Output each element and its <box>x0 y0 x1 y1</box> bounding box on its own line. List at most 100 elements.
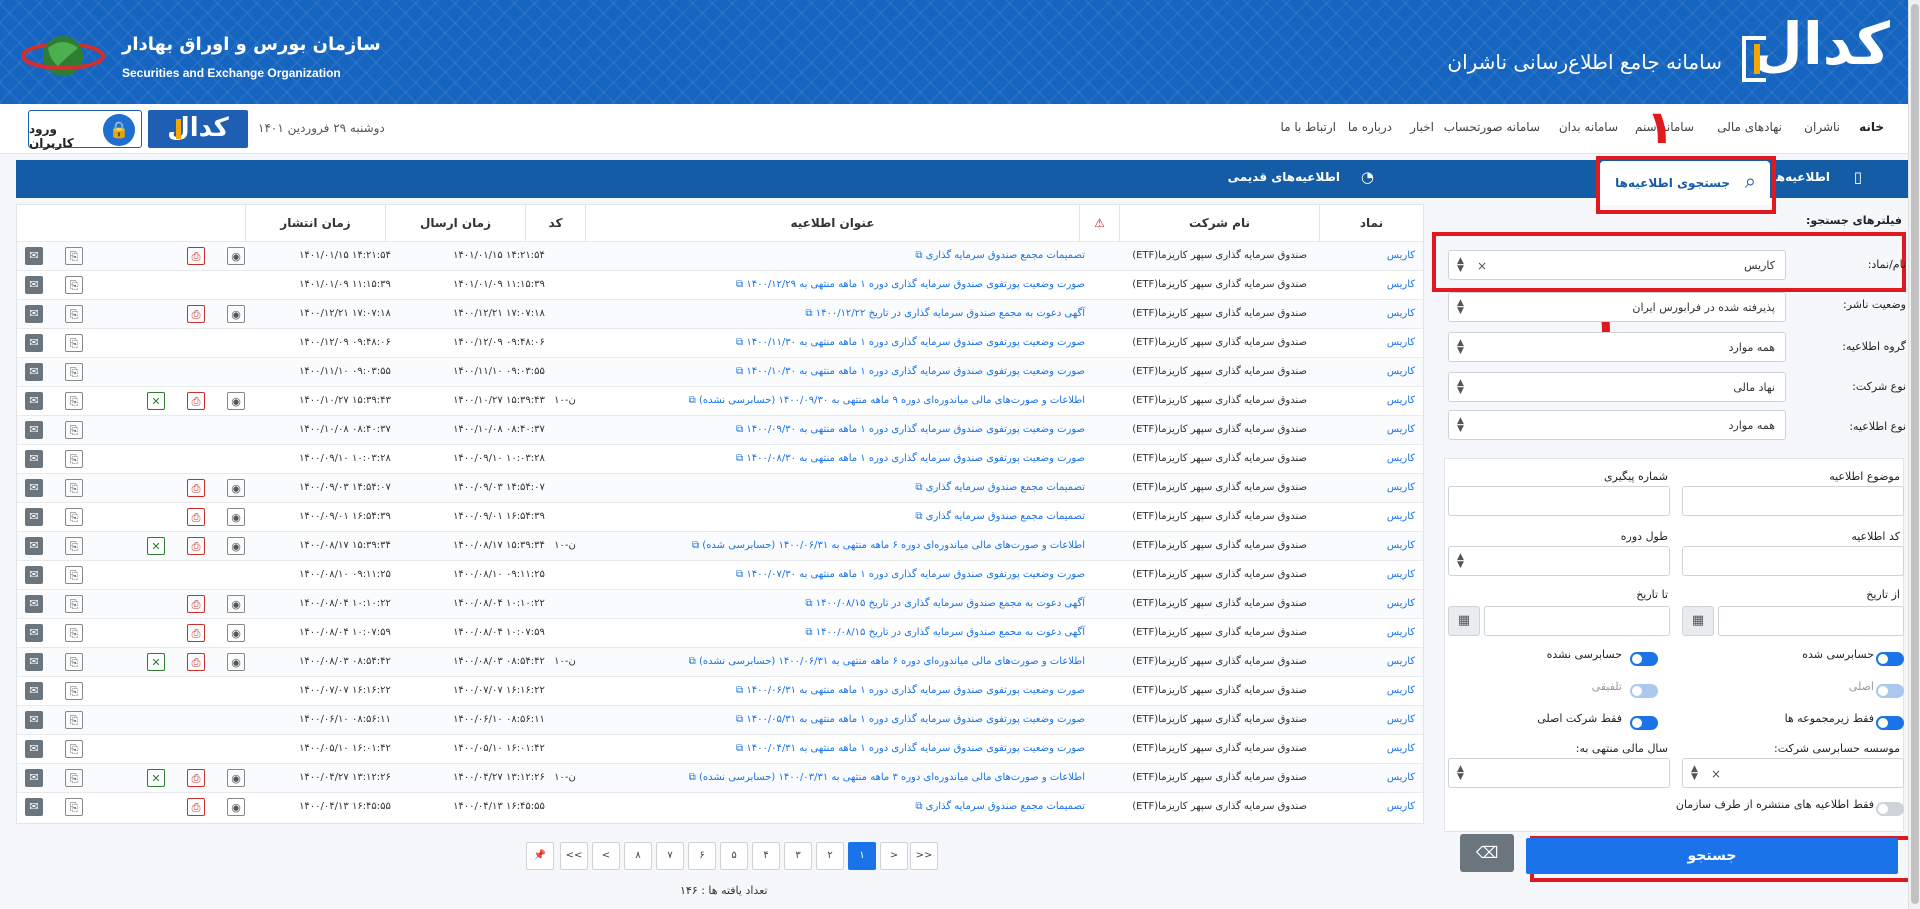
view-icon[interactable]: ◉ <box>227 769 245 787</box>
symbol-cell[interactable]: کاریس <box>1387 279 1415 290</box>
view-icon[interactable]: ◉ <box>227 305 245 323</box>
page-button[interactable]: ۴ <box>752 842 780 870</box>
audit-firm-select[interactable]: × ▲ ▼ <box>1682 758 1904 788</box>
view-icon[interactable]: ◉ <box>227 595 245 613</box>
codal-logo[interactable]: کدال <box>1740 10 1892 88</box>
parent-only-toggle[interactable] <box>1630 716 1658 730</box>
scrollbar[interactable] <box>1908 0 1920 909</box>
tracking-input[interactable] <box>1448 486 1670 516</box>
period-select[interactable]: ▲ ▼ <box>1448 546 1670 576</box>
symbol-cell[interactable]: کاریس <box>1387 453 1415 464</box>
excel-icon[interactable]: ✕ <box>147 392 165 410</box>
page-first-button[interactable]: << <box>560 842 588 870</box>
attachment-icon[interactable]: ⎘ <box>65 305 83 323</box>
symbol-cell[interactable]: کاریس <box>1387 627 1415 638</box>
excel-icon[interactable]: ✕ <box>147 769 165 787</box>
comment-icon[interactable]: ✉ <box>25 421 43 439</box>
attachment-icon[interactable]: ⎘ <box>65 653 83 671</box>
view-icon[interactable]: ◉ <box>227 537 245 555</box>
comment-icon[interactable]: ✉ <box>25 711 43 729</box>
symbol-cell[interactable]: کاریس <box>1387 250 1415 261</box>
pdf-icon[interactable]: ⎙ <box>187 305 205 323</box>
nav-badan[interactable]: سامانه بدان <box>1559 120 1618 134</box>
page-button[interactable]: ۱ <box>848 842 876 870</box>
clear-icon[interactable]: × <box>1711 767 1721 781</box>
comment-icon[interactable]: ✉ <box>25 363 43 381</box>
page-last-button[interactable]: >> <box>910 842 938 870</box>
attachment-icon[interactable]: ⎘ <box>65 479 83 497</box>
symbol-cell[interactable]: کاریس <box>1387 685 1415 696</box>
pdf-icon[interactable]: ⎙ <box>187 479 205 497</box>
fiscal-year-select[interactable]: ▲ ▼ <box>1448 758 1670 788</box>
symbol-cell[interactable]: کاریس <box>1387 366 1415 377</box>
attachment-icon[interactable]: ⎘ <box>65 624 83 642</box>
symbol-cell[interactable]: کاریس <box>1387 598 1415 609</box>
symbol-cell[interactable]: کاریس <box>1387 424 1415 435</box>
nav-news[interactable]: اخبار <box>1410 120 1434 134</box>
comment-icon[interactable]: ✉ <box>25 595 43 613</box>
attachment-icon[interactable]: ⎘ <box>65 508 83 526</box>
attachment-icon[interactable]: ⎘ <box>65 392 83 410</box>
page-button[interactable]: ۵ <box>720 842 748 870</box>
comment-icon[interactable]: ✉ <box>25 798 43 816</box>
symbol-cell[interactable]: کاریس <box>1387 569 1415 580</box>
excel-icon[interactable]: ✕ <box>147 653 165 671</box>
symbol-cell[interactable]: کاریس <box>1387 482 1415 493</box>
page-prev-button[interactable]: < <box>592 842 620 870</box>
page-next-button[interactable]: > <box>880 842 908 870</box>
attachment-icon[interactable]: ⎘ <box>65 595 83 613</box>
calendar-icon[interactable]: ▦ <box>1682 606 1714 636</box>
symbol-cell[interactable]: کاریس <box>1387 395 1415 406</box>
tab-notices[interactable]: اطلاعیه‌ها <box>1772 170 1830 184</box>
pdf-icon[interactable]: ⎙ <box>187 798 205 816</box>
notice-type-select[interactable]: همه موارد ▲ ▼ <box>1448 410 1786 440</box>
view-icon[interactable]: ◉ <box>227 653 245 671</box>
symbol-cell[interactable]: کاریس <box>1387 743 1415 754</box>
comment-icon[interactable]: ✉ <box>25 334 43 352</box>
comment-icon[interactable]: ✉ <box>25 508 43 526</box>
code-input[interactable] <box>1682 546 1904 576</box>
search-button[interactable]: جستجو <box>1526 838 1898 874</box>
symbol-cell[interactable]: کاریس <box>1387 337 1415 348</box>
comment-icon[interactable]: ✉ <box>25 740 43 758</box>
comment-icon[interactable]: ✉ <box>25 305 43 323</box>
comment-icon[interactable]: ✉ <box>25 247 43 265</box>
attachment-icon[interactable]: ⎘ <box>65 247 83 265</box>
page-button[interactable]: ۷ <box>656 842 684 870</box>
comment-icon[interactable]: ✉ <box>25 624 43 642</box>
from-date-input[interactable] <box>1718 606 1904 636</box>
audited-toggle[interactable] <box>1876 652 1904 666</box>
symbol-select[interactable]: کاریس × ▲ ▼ <box>1448 250 1786 280</box>
nav-contact[interactable]: ارتباط با ما <box>1280 120 1336 134</box>
original-toggle[interactable] <box>1876 684 1904 698</box>
page-button[interactable]: ۸ <box>624 842 652 870</box>
tab-old-notices[interactable]: اطلاعیه‌های قدیمی <box>1228 170 1340 184</box>
not-audited-toggle[interactable] <box>1630 652 1658 666</box>
pdf-icon[interactable]: ⎙ <box>187 595 205 613</box>
symbol-cell[interactable]: کاریس <box>1387 511 1415 522</box>
codal-small-logo[interactable]: کدال <box>148 110 248 148</box>
calendar-icon[interactable]: ▦ <box>1448 606 1480 636</box>
nav-invoice[interactable]: سامانه صورتحساب <box>1444 120 1540 134</box>
symbol-cell[interactable]: کاریس <box>1387 656 1415 667</box>
seo-logo-icon[interactable] <box>18 26 108 84</box>
comment-icon[interactable]: ✉ <box>25 276 43 294</box>
consolidated-toggle[interactable] <box>1630 684 1658 698</box>
col-company[interactable]: نام شرکت <box>1119 205 1319 241</box>
col-code[interactable]: کد <box>525 205 585 241</box>
nav-financial-institutions[interactable]: نهادهای مالی <box>1717 120 1782 134</box>
attachment-icon[interactable]: ⎘ <box>65 537 83 555</box>
col-title[interactable]: عنوان اطلاعیه <box>585 205 1079 241</box>
view-icon[interactable]: ◉ <box>227 247 245 265</box>
attachment-icon[interactable]: ⎘ <box>65 740 83 758</box>
view-icon[interactable]: ◉ <box>227 479 245 497</box>
comment-icon[interactable]: ✉ <box>25 450 43 468</box>
pdf-icon[interactable]: ⎙ <box>187 537 205 555</box>
symbol-cell[interactable]: کاریس <box>1387 772 1415 783</box>
notice-group-select[interactable]: همه موارد ▲ ▼ <box>1448 332 1786 362</box>
attachment-icon[interactable]: ⎘ <box>65 798 83 816</box>
org-only-toggle[interactable] <box>1876 802 1904 816</box>
attachment-icon[interactable]: ⎘ <box>65 769 83 787</box>
view-icon[interactable]: ◉ <box>227 392 245 410</box>
attachment-icon[interactable]: ⎘ <box>65 566 83 584</box>
